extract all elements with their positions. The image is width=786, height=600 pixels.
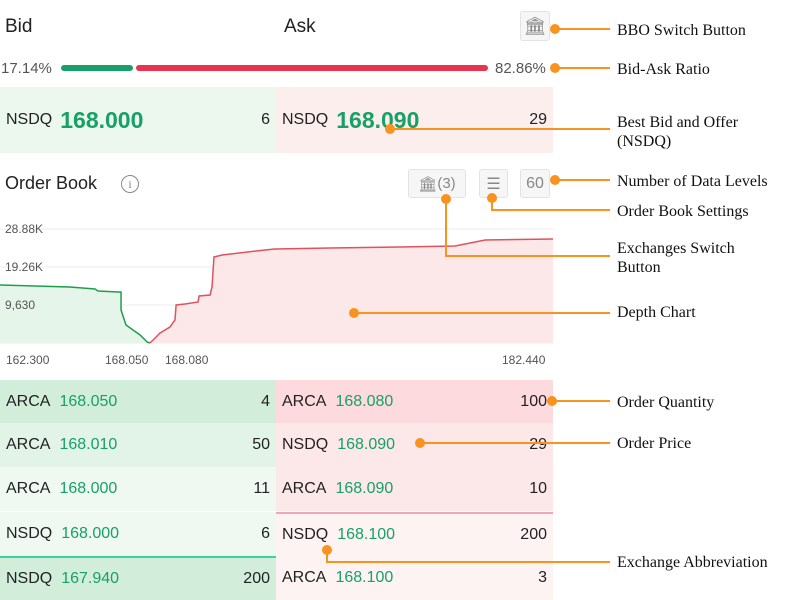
annotation-abbr: Exchange Abbreviation [617,554,768,571]
annotation-qty: Order Quantity [617,394,715,411]
annotation-best: Best Bid and Offer (NSDQ) [617,114,739,150]
annotation-levels: Number of Data Levels [617,173,768,190]
annotation-price: Order Price [617,435,692,452]
annotation-exchanges: Exchanges Switch Button [617,240,735,276]
annotation-depth: Depth Chart [617,304,696,321]
annotation-settings: Order Book Settings [617,203,749,220]
annotation-ratio: Bid-Ask Ratio [617,61,710,78]
annotation-lines [322,24,610,563]
annotation-bbo-switch: BBO Switch Button [617,22,746,39]
